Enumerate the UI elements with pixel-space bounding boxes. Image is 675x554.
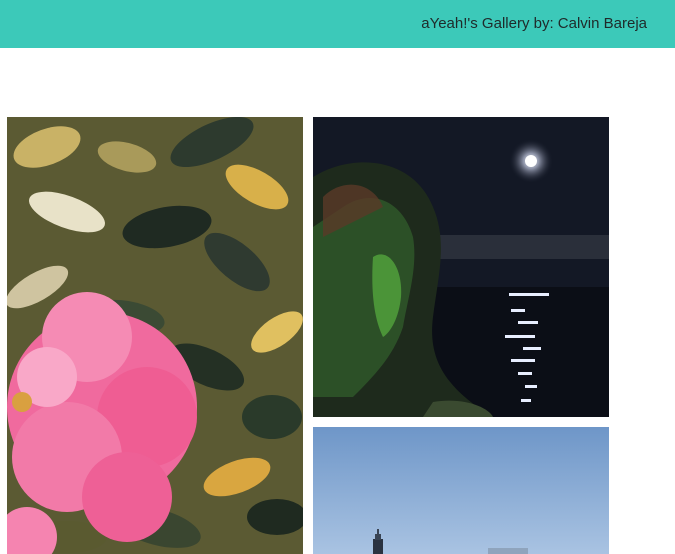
night-photo-image [313,117,609,417]
sky-photo-image [313,427,609,554]
photo-tile-sky-tower[interactable] [313,427,609,554]
rose-photo-image [7,117,303,554]
photo-gallery [0,0,675,554]
photo-tile-night-moon[interactable] [313,117,609,417]
photo-tile-rose[interactable] [7,117,303,554]
